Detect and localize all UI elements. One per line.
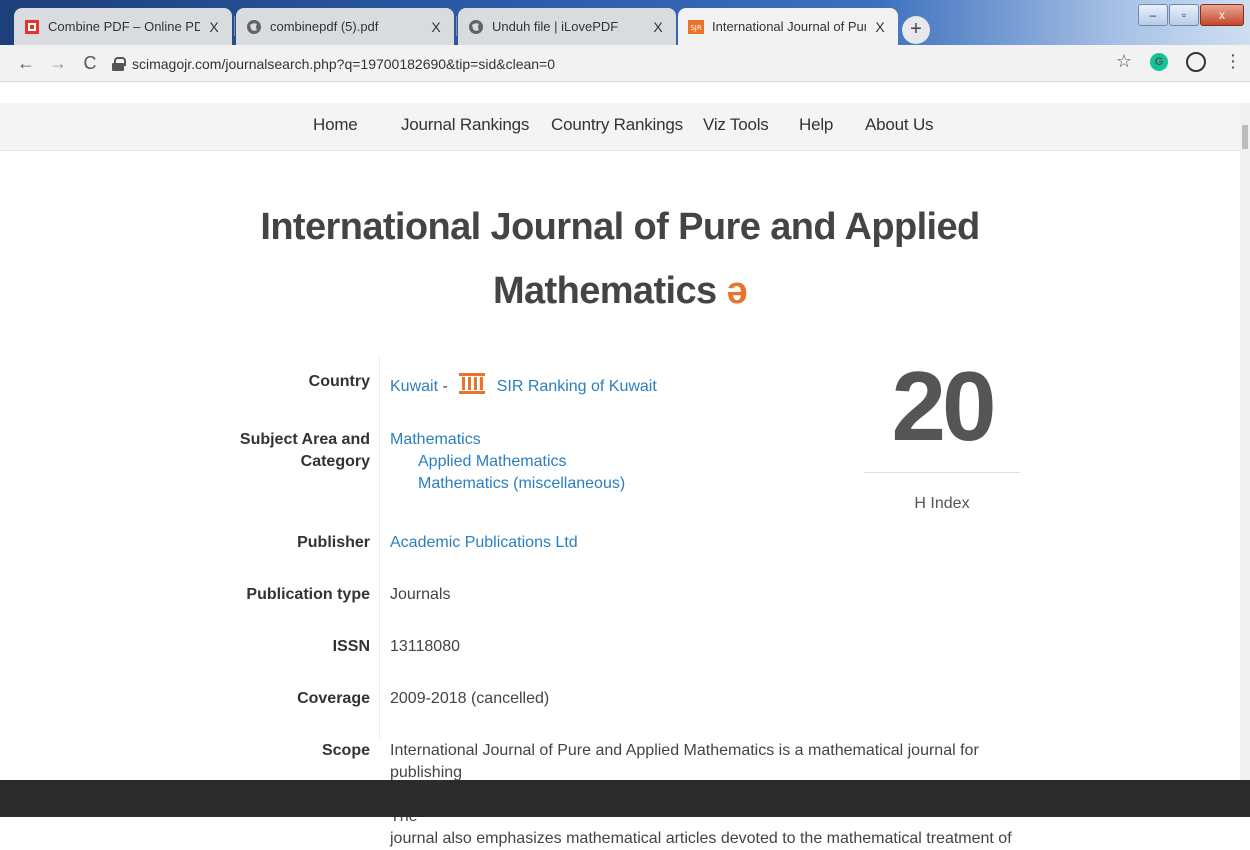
url-text[interactable]: scimagojr.com/journalsearch.php?q=197001…: [132, 56, 555, 72]
sjr-favicon-icon: SJR: [688, 19, 704, 35]
tab-journal-active[interactable]: SJR International Journal of Pure and X: [678, 8, 898, 45]
forward-arrow-icon[interactable]: →: [46, 51, 70, 75]
nav-about-us[interactable]: About Us: [865, 115, 934, 135]
publication-type-value: Journals: [390, 586, 451, 603]
back-arrow-icon[interactable]: ←: [14, 51, 38, 75]
h-index-value: 20: [891, 351, 996, 461]
grammarly-extension-icon[interactable]: G: [1150, 52, 1168, 71]
h-index-widget: 20 H Index: [864, 346, 1020, 513]
issn-label: ISSN: [332, 638, 370, 655]
subject-value: Mathematics Applied Mathematics Mathemat…: [390, 429, 625, 495]
title-line-2: Mathematics: [492, 270, 717, 312]
profile-avatar-icon[interactable]: [1186, 51, 1206, 72]
tab-combinepdf-file[interactable]: combinepdf (5).pdf X: [236, 8, 454, 45]
country-label: Country: [308, 373, 370, 390]
info-divider: [379, 355, 380, 740]
tab-close-icon[interactable]: X: [872, 19, 888, 35]
tab-title: Unduh file | iLovePDF: [492, 19, 619, 34]
page-title: International Journal of Pure and Applie…: [250, 195, 990, 323]
tab-title: combinepdf (5).pdf: [270, 19, 379, 34]
country-link[interactable]: Kuwait: [390, 378, 438, 395]
nav-journal-rankings[interactable]: Journal Rankings: [401, 115, 529, 135]
window-controls: – ▫ x: [1137, 4, 1244, 26]
bottom-overlay-bar: [0, 780, 1250, 817]
scope-line: journal also emphasizes mathematical art…: [390, 830, 1012, 847]
site-navigation: Home Journal Rankings Country Rankings V…: [0, 103, 1240, 151]
tab-unduh-file[interactable]: Unduh file | iLovePDF X: [458, 8, 676, 45]
coverage-label: Coverage: [297, 690, 370, 707]
globe-icon: [246, 19, 262, 35]
subject-label-line-2: Category: [300, 453, 370, 470]
tab-title: International Journal of Pure and: [712, 19, 866, 34]
category-link[interactable]: Mathematics (miscellaneous): [390, 473, 625, 495]
reload-icon[interactable]: C: [78, 51, 102, 75]
subject-label: Subject Area and Category: [220, 429, 370, 473]
h-index-divider: [864, 472, 1020, 473]
open-access-icon: ə: [726, 270, 748, 312]
publisher-label: Publisher: [297, 534, 370, 551]
close-window-button[interactable]: x: [1200, 4, 1244, 26]
browser-toolbar: ← → C scimagojr.com/journalsearch.php?q=…: [0, 45, 1250, 82]
new-tab-button[interactable]: +: [902, 16, 930, 44]
bookmark-star-icon[interactable]: ☆: [1116, 51, 1132, 72]
vertical-scrollbar[interactable]: [1240, 103, 1250, 817]
scrollbar-thumb[interactable]: [1242, 125, 1248, 149]
browser-tab-strip: Combine PDF – Online PDF Combi X combine…: [0, 0, 1250, 45]
browser-menu-icon[interactable]: ⋮: [1224, 51, 1242, 72]
pdf-favicon-icon: [24, 19, 40, 35]
tab-close-icon[interactable]: X: [206, 19, 222, 35]
tab-close-icon[interactable]: X: [650, 19, 666, 35]
museum-icon: [458, 371, 486, 402]
country-separator: -: [442, 378, 448, 395]
issn-value: 13118080: [390, 638, 460, 655]
toolbar-actions: ☆ G ⋮: [1098, 51, 1242, 72]
category-link[interactable]: Applied Mathematics: [390, 451, 625, 473]
tab-separator: [456, 16, 457, 36]
tab-close-icon[interactable]: X: [428, 19, 444, 35]
nav-help[interactable]: Help: [799, 115, 833, 135]
nav-home[interactable]: Home: [313, 115, 358, 135]
publisher-link[interactable]: Academic Publications Ltd: [390, 532, 578, 554]
subject-area-link[interactable]: Mathematics: [390, 429, 625, 451]
sjr-favicon-text: SJR: [690, 24, 702, 32]
tab-title: Combine PDF – Online PDF Combi: [48, 19, 200, 34]
coverage-value: 2009-2018 (cancelled): [390, 690, 550, 707]
maximize-button[interactable]: ▫: [1169, 4, 1199, 26]
country-value: Kuwait - SIR Ranking of Kuwait: [390, 371, 657, 402]
sir-ranking-link[interactable]: SIR Ranking of Kuwait: [497, 378, 657, 395]
lock-icon: [112, 56, 126, 71]
title-line-1: International Journal of Pure and Applie…: [260, 206, 980, 248]
subject-label-line-1: Subject Area and: [239, 431, 370, 448]
tab-combine-pdf[interactable]: Combine PDF – Online PDF Combi X: [14, 8, 232, 45]
publication-type-label: Publication type: [246, 586, 370, 603]
scope-label: Scope: [321, 742, 370, 759]
nav-country-rankings[interactable]: Country Rankings: [551, 115, 683, 135]
tab-separator: [234, 16, 235, 36]
address-bar[interactable]: scimagojr.com/journalsearch.php?q=197001…: [112, 50, 1112, 77]
scope-line: International Journal of Pure and Applie…: [390, 742, 979, 781]
minimize-button[interactable]: –: [1138, 4, 1168, 26]
nav-viz-tools[interactable]: Viz Tools: [703, 115, 769, 135]
globe-icon: [468, 19, 484, 35]
h-index-label: H Index: [914, 495, 970, 512]
